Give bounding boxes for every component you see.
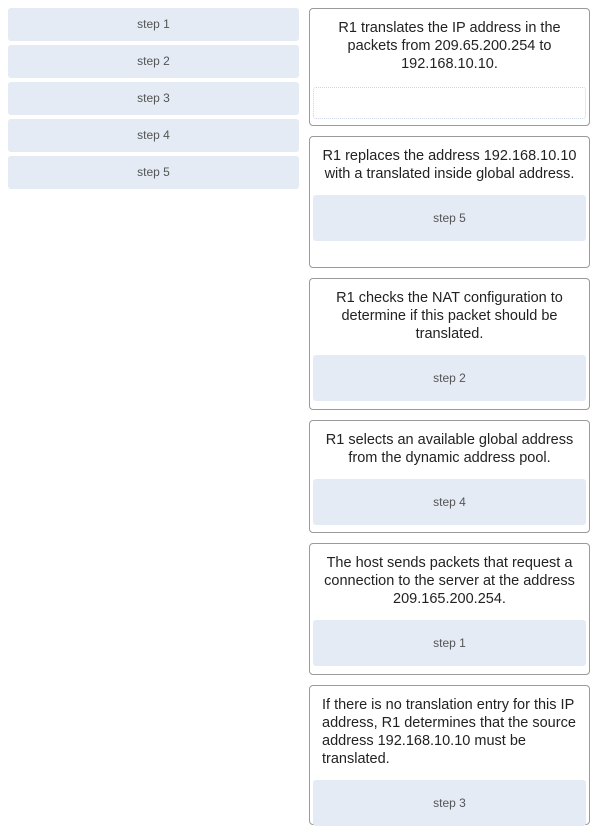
statement-text: R1 replaces the address 192.168.10.10 wi… [322,148,577,182]
drop-zone-filled[interactable]: step 5 [313,195,586,241]
drop-zone-empty[interactable] [313,87,586,119]
statement-card: R1 selects an available global address f… [309,420,590,533]
step-option[interactable]: step 4 [8,119,299,152]
statement-card: The host sends packets that request a co… [309,543,590,675]
drop-zone-filled[interactable]: step 4 [313,479,586,525]
step-options-list: step 1 step 2 step 3 step 4 step 5 [8,8,299,193]
statement-card: R1 translates the IP address in the pack… [309,8,590,126]
statement-text: The host sends packets that request a co… [324,555,575,607]
step-option[interactable]: step 3 [8,82,299,115]
statement-text: If there is no translation entry for thi… [322,697,576,767]
statement-card: R1 checks the NAT configuration to deter… [309,278,590,410]
statement-text: R1 selects an available global address f… [325,432,574,466]
statement-text: R1 checks the NAT configuration to deter… [336,290,563,342]
drop-zone-filled[interactable]: step 2 [313,355,586,401]
drop-zone-filled[interactable]: step 1 [313,620,586,666]
statement-card: If there is no translation entry for thi… [309,685,590,826]
statement-text: R1 translates the IP address in the pack… [338,20,561,72]
statement-cards-list: R1 translates the IP address in the pack… [309,8,590,835]
step-option[interactable]: step 2 [8,45,299,78]
drop-zone-filled[interactable]: step 3 [313,780,586,826]
step-option[interactable]: step 5 [8,156,299,189]
statement-card: R1 replaces the address 192.168.10.10 wi… [309,136,590,268]
step-option[interactable]: step 1 [8,8,299,41]
